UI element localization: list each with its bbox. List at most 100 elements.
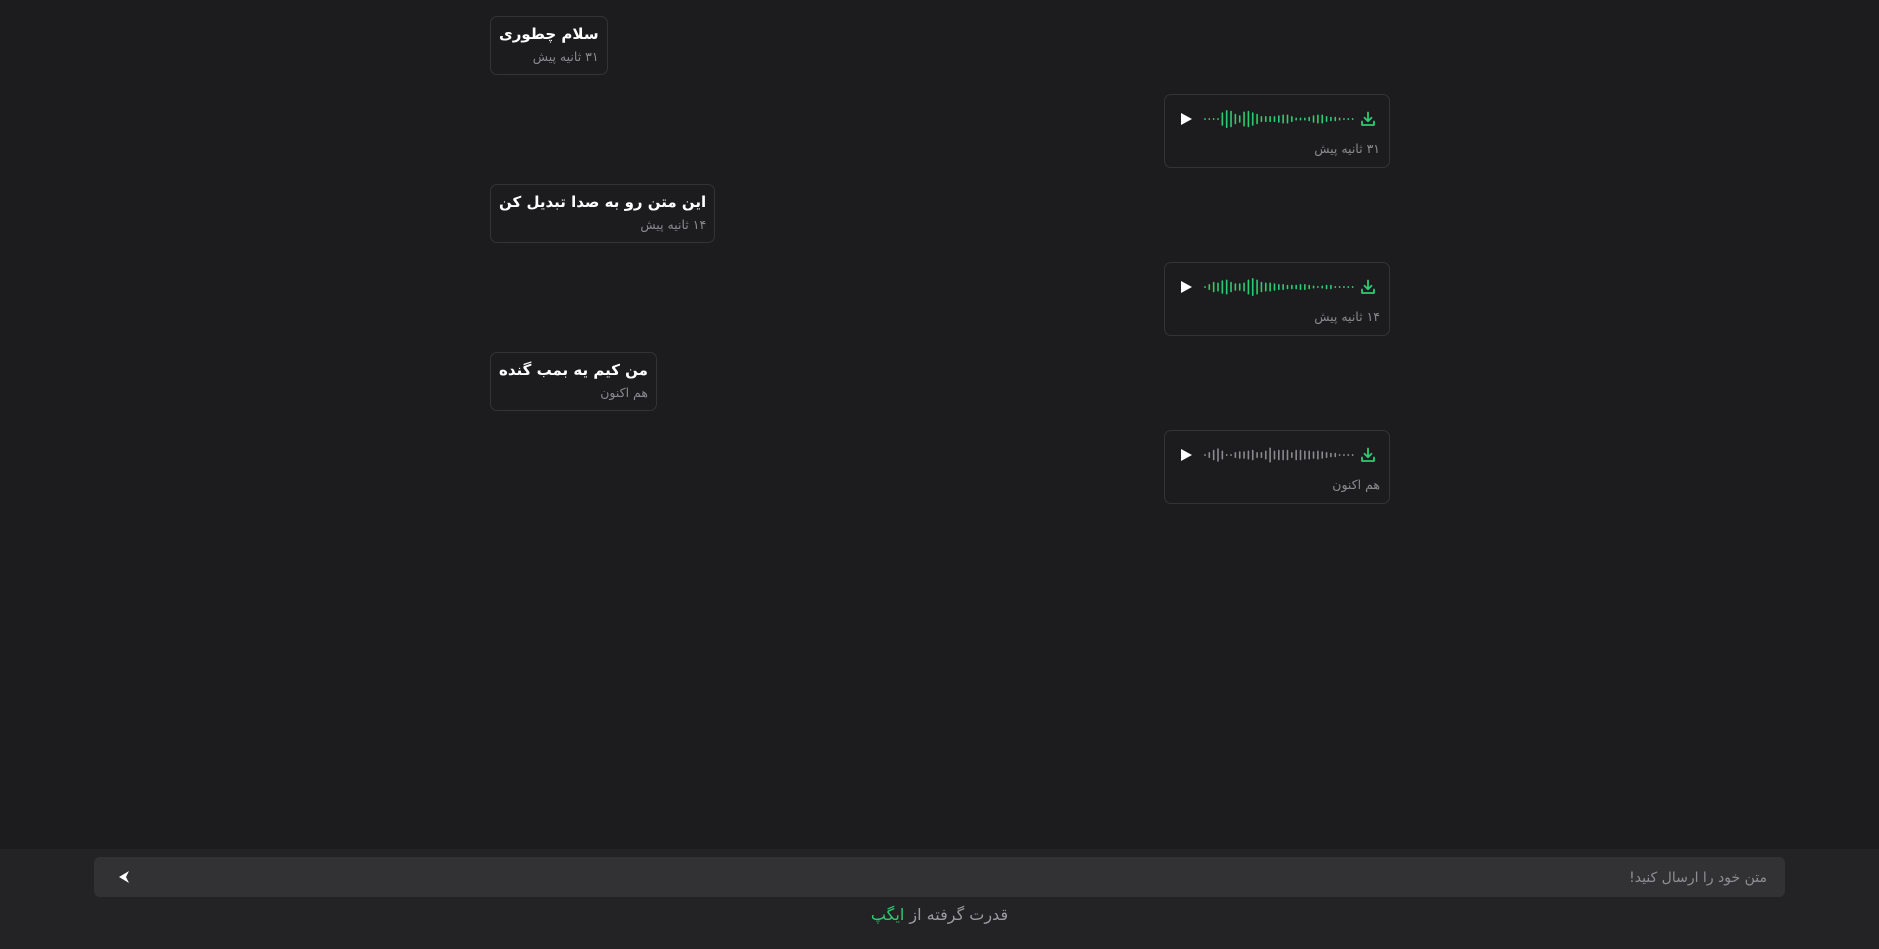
waveform-bar [1264,450,1267,460]
waveform-bar [1343,454,1345,456]
waveform-bar [1308,116,1310,122]
waveform-bar [1204,454,1206,456]
waveform-bar [1312,285,1315,289]
waveform-bar [1256,113,1258,125]
waveform-bar [1299,449,1302,461]
waveform-bar [1282,114,1284,124]
message-input[interactable] [154,857,1769,899]
waveform-bar [1343,118,1345,120]
message-text: سلام چطوری [499,25,599,43]
waveform-bar [1338,286,1341,288]
download-icon [1361,111,1375,126]
waveform-bar [1334,116,1337,122]
waveform-bar [1338,454,1341,456]
powered-by: قدرت گرفته از ایگپ [0,905,1879,924]
waveform-bar [1212,281,1215,293]
play-icon [1181,113,1192,125]
waveform-bar [1251,449,1254,461]
download-icon [1361,279,1375,294]
message-text: این متن رو به صدا تبدیل کن [499,193,707,211]
waveform-bar [1238,451,1241,459]
waveform-bar [1334,452,1337,458]
audio-player [1175,107,1379,131]
audio-time: ۳۱ ثانیه پیش [1314,141,1380,156]
waveform-bar [1217,282,1219,292]
powered-prefix: قدرت گرفته از [909,905,1009,924]
download-button[interactable] [1357,443,1379,467]
waveform-bar [1351,118,1354,120]
waveform-bar [1291,452,1293,458]
waveform-bar [1308,284,1310,290]
waveform-bar [1278,284,1280,290]
waveform-bar [1273,450,1276,460]
message-time: هم اکنون [600,385,648,400]
waveform-bar [1286,114,1289,124]
waveform-bar [1291,284,1293,290]
waveform-bar [1317,450,1319,460]
download-button[interactable] [1357,275,1379,299]
waveform-bar [1330,452,1332,458]
audio-message: ۱۴ ثانیه پیش [1164,262,1390,336]
waveform[interactable] [1203,275,1355,299]
play-button[interactable] [1175,107,1197,131]
waveform[interactable] [1203,443,1355,467]
waveform-bar [1347,118,1350,120]
send-button[interactable] [112,865,136,889]
waveform-bar [1317,286,1319,288]
waveform-bar [1204,118,1206,120]
message-time: ۱۴ ثانیه پیش [640,217,707,232]
waveform-bar [1347,286,1350,288]
waveform-bar [1251,278,1254,296]
waveform-bar [1330,116,1332,122]
waveform-bar [1325,116,1328,122]
waveform-bar [1278,449,1280,461]
waveform-bar [1343,286,1345,288]
waveform-bar [1269,282,1271,292]
play-button[interactable] [1175,443,1197,467]
play-button[interactable] [1175,275,1197,299]
waveform[interactable] [1203,107,1355,131]
footer: قدرت گرفته از ایگپ [0,849,1879,949]
message-time: ۳۱ ثانیه پیش [532,49,599,64]
waveform-bar [1247,110,1250,128]
waveform-bar [1238,115,1241,123]
waveform-bar [1221,280,1224,294]
waveform-bar [1278,115,1280,123]
waveform-bar [1321,114,1324,124]
waveform-bar [1282,284,1284,290]
audio-time: هم اکنون [1332,477,1380,492]
waveform-bar [1264,116,1267,122]
chat-area: سلام چطوری ۳۱ ثانیه پیش ۳۱ ثانیه پیش این… [0,0,1879,849]
waveform-bar [1247,279,1250,295]
waveform-bar [1291,116,1293,122]
waveform-bar [1260,116,1263,122]
waveform-bar [1212,118,1215,120]
waveform-bar [1338,117,1341,121]
waveform-bar [1204,286,1206,288]
download-button[interactable] [1357,107,1379,131]
waveform-bar [1230,281,1232,293]
brand-link[interactable]: ایگپ [871,905,904,924]
composer [94,857,1785,899]
audio-message: ۳۱ ثانیه پیش [1164,94,1390,168]
waveform-bar [1286,284,1289,290]
waveform-bar [1230,454,1232,456]
waveform-bar [1234,113,1237,125]
waveform-bar [1243,282,1245,292]
play-icon [1181,281,1192,293]
audio-player [1175,275,1379,299]
waveform-bar [1208,284,1211,290]
waveform-bar [1260,281,1263,293]
waveform-bar [1286,449,1289,461]
waveform-bar [1225,279,1228,295]
download-icon [1361,447,1375,462]
waveform-bar [1325,452,1328,458]
waveform-bar [1269,447,1271,463]
waveform-bar [1273,283,1276,291]
waveform-bar [1304,117,1306,121]
waveform-bar [1295,284,1297,290]
waveform-bar [1269,116,1271,122]
waveform-bar [1273,116,1276,122]
waveform-bar [1351,286,1354,288]
waveform-bar [1299,284,1302,290]
